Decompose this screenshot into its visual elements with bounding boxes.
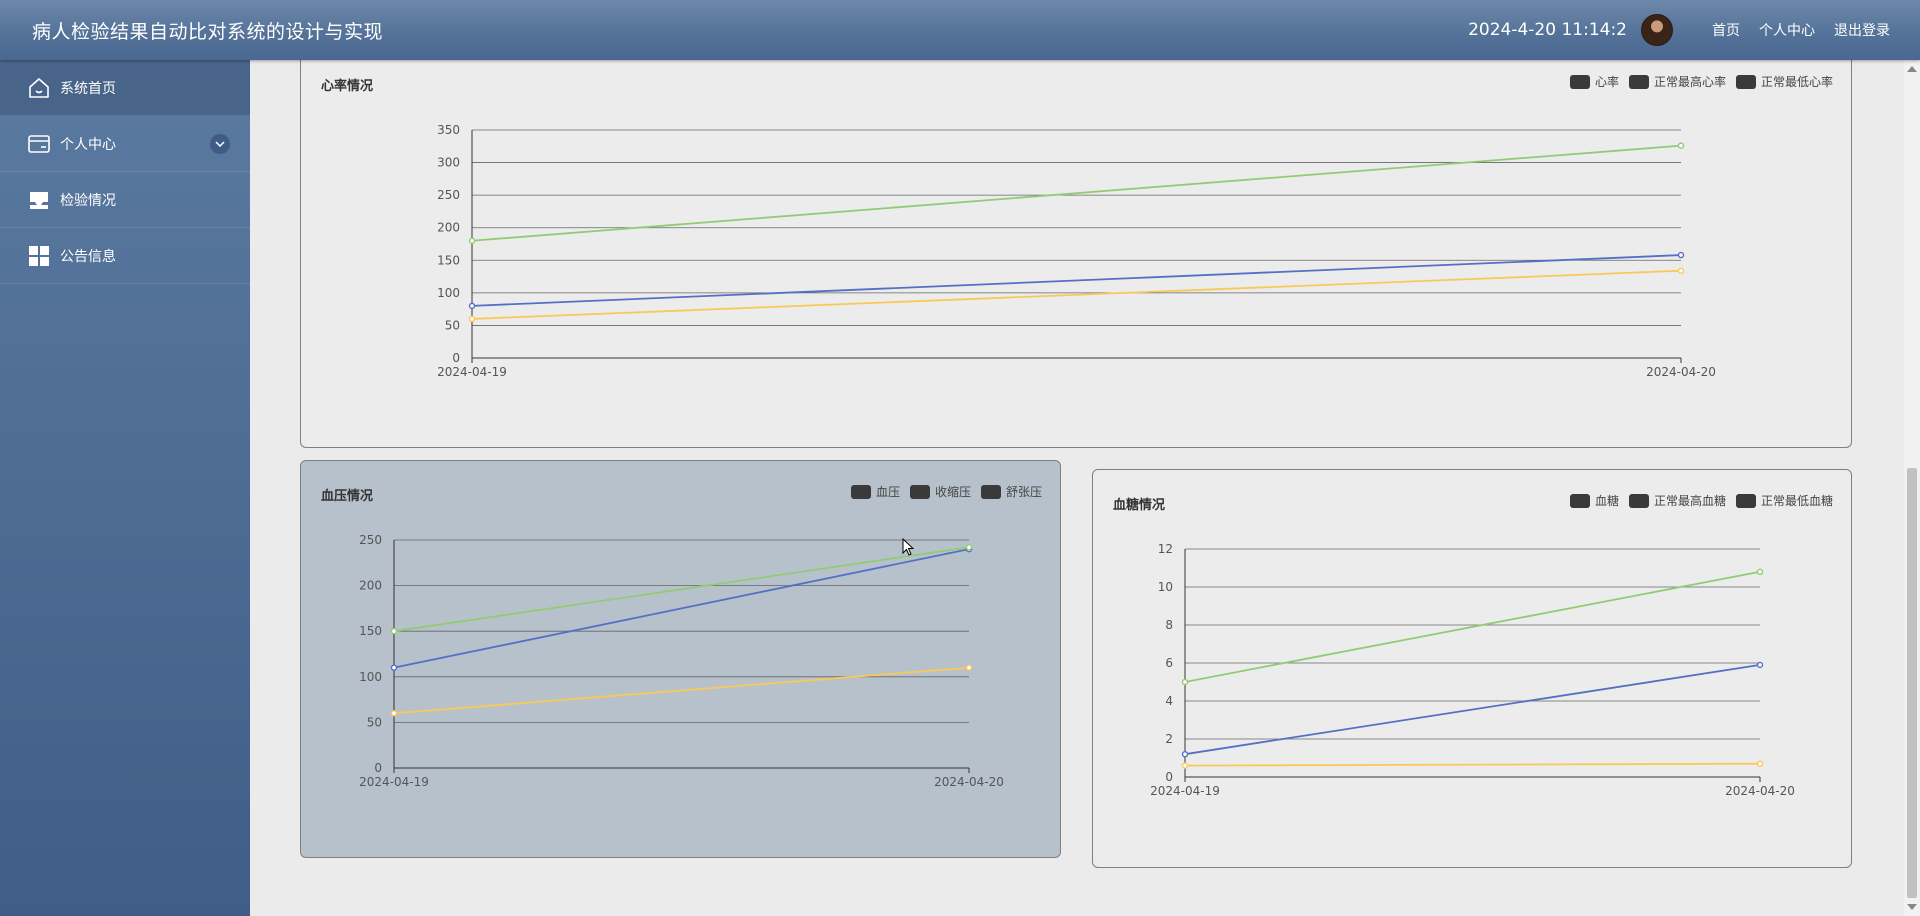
app-title: 病人检验结果自动比对系统的设计与实现: [32, 21, 384, 43]
data-point: [965, 544, 973, 551]
x-tick-label: 2024-04-19: [437, 365, 507, 379]
y-tick-label: 200: [437, 221, 460, 235]
home-icon: [26, 75, 52, 101]
y-tick-label: 8: [1165, 618, 1173, 632]
series-line: [1184, 762, 1761, 767]
sidebar-item-home[interactable]: 系统首页: [0, 60, 250, 116]
personal-center-link[interactable]: 个人中心: [1759, 20, 1815, 40]
x-tick-label: 2024-04-19: [359, 775, 429, 789]
home-link[interactable]: 首页: [1712, 20, 1740, 40]
card-icon: [26, 131, 52, 157]
series-line: [393, 546, 970, 633]
avatar[interactable]: [1641, 14, 1673, 46]
page-scrollbar[interactable]: [1904, 60, 1920, 916]
y-tick-label: 50: [445, 318, 460, 332]
sidebar-item-inspection[interactable]: 检验情况: [0, 172, 250, 228]
y-tick-label: 10: [1158, 580, 1173, 594]
y-tick-label: 100: [359, 670, 382, 684]
y-tick-label: 150: [437, 253, 460, 267]
data-point: [1756, 661, 1764, 669]
series-line: [471, 144, 1682, 242]
y-tick-label: 12: [1158, 542, 1173, 556]
x-tick-label: 2024-04-19: [1150, 784, 1220, 798]
x-tick-label: 2024-04-20: [934, 775, 1004, 789]
top-header: 病人检验结果自动比对系统的设计与实现 2024-4-20 11:14:2 首页 …: [0, 0, 1920, 60]
x-tick-label: 2024-04-20: [1646, 365, 1716, 379]
sidebar-item-label: 系统首页: [60, 80, 116, 97]
header-right: 2024-4-20 11:14:2 首页 个人中心 退出登录: [1468, 0, 1890, 60]
heart-rate-chart: 0 50 100 150 200 250 300 350 2024-04-19 2024-04-2…: [437, 123, 1716, 379]
sidebar-item-label: 个人中心: [60, 136, 116, 153]
blood-sugar-card: 血糖情况 血糖 正常最高血糖 正常最低血糖 0 2 4 6 8 10 12 2024-04-1…: [1092, 469, 1852, 868]
y-tick-label: 50: [367, 715, 382, 729]
data-point: [468, 302, 476, 310]
sidebar-item-personal-center[interactable]: 个人中心: [0, 116, 250, 172]
y-tick-label: 250: [359, 533, 382, 547]
series-line: [393, 666, 970, 715]
data-point: [1181, 762, 1189, 769]
sidebar-item-label: 检验情况: [60, 192, 116, 209]
data-point: [468, 237, 476, 244]
y-tick-label: 4: [1165, 694, 1173, 708]
y-tick-label: 200: [359, 579, 382, 593]
data-point: [390, 627, 398, 635]
inbox-icon: [26, 187, 52, 213]
sidebar-item-label: 公告信息: [60, 248, 116, 265]
series-line: [471, 269, 1682, 320]
chevron-down-icon[interactable]: [210, 134, 230, 154]
sidebar: 系统首页 个人中心 检验情况 公告信息: [0, 60, 250, 916]
data-point: [390, 710, 398, 717]
y-tick-label: 150: [359, 624, 382, 638]
series-line: [1184, 664, 1761, 756]
y-tick-label: 0: [452, 351, 460, 365]
blood-sugar-chart: 0 2 4 6 8 10 12 2024-04-19 2024-04-20: [1150, 542, 1795, 798]
y-tick-label: 100: [437, 286, 460, 300]
data-point: [965, 664, 973, 671]
data-point: [1181, 678, 1189, 686]
scroll-up-arrow-icon[interactable]: [1907, 66, 1917, 72]
data-point: [1756, 760, 1764, 767]
data-point: [1677, 142, 1685, 149]
data-point: [1181, 751, 1189, 758]
data-point: [1677, 267, 1685, 274]
heart-rate-card: 心率情况 心率 正常最高心率 正常最低心率 0 50 100 150 200 250 300…: [300, 50, 1852, 448]
y-tick-label: 350: [437, 123, 460, 137]
scroll-down-arrow-icon[interactable]: [1907, 904, 1917, 910]
y-tick-label: 6: [1165, 656, 1173, 670]
data-point: [468, 315, 476, 323]
logout-link[interactable]: 退出登录: [1834, 20, 1890, 40]
scroll-thumb[interactable]: [1907, 468, 1917, 898]
data-point: [1756, 568, 1764, 576]
datetime-display: 2024-4-20 11:14:2: [1468, 20, 1627, 40]
y-tick-label: 0: [1165, 770, 1173, 784]
grid-icon: [26, 243, 52, 269]
series-line: [393, 548, 970, 669]
blood-pressure-card: 血压情况 血压 收缩压 舒张压 0 50 100 150 200 250 2024-04-1…: [300, 460, 1061, 858]
sidebar-item-announcements[interactable]: 公告信息: [0, 228, 250, 284]
x-tick-label: 2024-04-20: [1725, 784, 1795, 798]
data-point: [390, 664, 398, 671]
data-point: [1677, 251, 1685, 259]
series-line: [1184, 570, 1761, 683]
y-tick-label: 0: [374, 761, 382, 775]
y-tick-label: 250: [437, 188, 460, 202]
blood-pressure-chart: 0 50 100 150 200 250 2024-04-19 2024-04-20: [359, 533, 1004, 789]
y-tick-label: 2: [1165, 732, 1173, 746]
y-tick-label: 300: [437, 156, 460, 170]
series-line: [471, 254, 1682, 307]
mouse-cursor-icon: [902, 538, 915, 556]
